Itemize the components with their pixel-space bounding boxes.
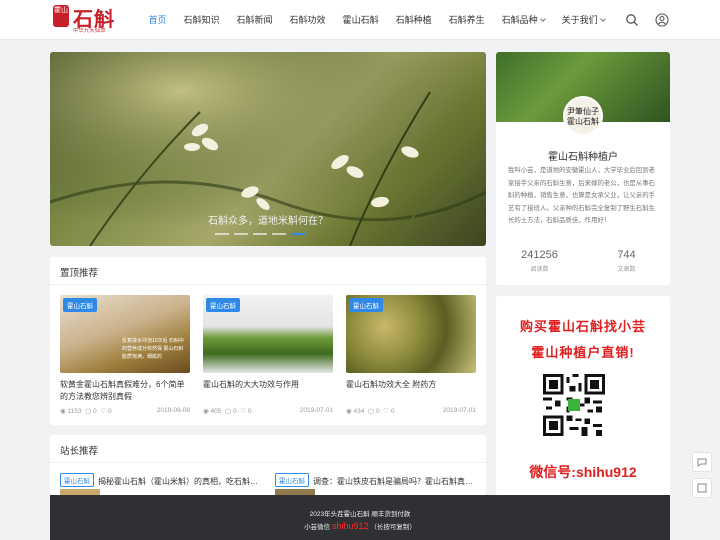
site-header: 霍山 石斛 中华九大仙草 首页 石斛知识 石斛新闻 石斛功效 霍山石斛 石斛种植… [0,0,720,40]
qrcode-icon [697,483,707,493]
nav-item-health[interactable]: 石斛养生 [440,0,493,40]
article-meta: ◉ 405 ▢ 0 ♡ 0 2019-07-01 [203,407,333,415]
promo-card[interactable]: 购买霍山石斛找小芸 霍山种植户直销! 微信号:shihu912 [496,296,670,496]
slider-dot[interactable] [272,233,286,235]
promo-wechat-id: 微信号:shihu912 [529,464,637,480]
article-thumbnail[interactable]: 霍山石斛 反复揉水冲泡10次后 石斛中的营养成分依然保 霍山石斛胶质饱满，细腻的 [60,295,190,373]
promo-line-1: 购买霍山石斛找小芸 [519,319,646,334]
qr-code-icon [543,374,605,436]
article-thumbnail[interactable]: 霍山石斛 [346,295,476,373]
article-card[interactable]: 霍山石斛 霍山石斛功效大全 附药方 ◉ 434 ▢ 0 ♡ 0 2019-07-… [346,295,476,417]
stat-articles: 744 文章数 [617,249,636,273]
slider-dot[interactable] [234,233,248,235]
stat-views: 241256 阅读数 [521,249,558,273]
slider-dot-active[interactable] [291,233,305,235]
profile-bio: 我叫小芸，是道地的安徽霍山人，大学毕业后回到老家接手父亲的石斛生意，后来嫁的老公… [508,167,655,224]
footer-line-1: 2023年头茬霍山石斛 顺丰货到付款 [309,511,411,518]
editor-pick-title[interactable]: 调查：霍山铁皮石斛是骗局吗？霍山石斛真… [313,477,473,486]
article-date: 2019-09-08 [156,407,190,414]
pinned-section: 置顶推荐 霍山石斛 反复揉水冲泡10次后 石斛中的营养成分依然保 霍山石斛胶质饱… [50,257,486,425]
article-card[interactable]: 霍山石斛 反复揉水冲泡10次后 石斛中的营养成分依然保 霍山石斛胶质饱满，细腻的… [60,295,190,417]
promo-footer-bar: 2023年头茬霍山石斛 顺丰货到付款 小芸微信 shihu912 （长按可复制） [50,495,670,540]
section-title: 置顶推荐 [60,268,99,279]
hero-slider[interactable]: 石斛众多，道地米斛何在？ [50,52,486,246]
qrcode-float-button[interactable] [692,478,712,498]
eye-icon: ◉ [346,408,352,415]
avatar[interactable]: 尹筆仙子 霍山石斛 [563,96,603,136]
footer-wechat-id[interactable]: shihu912 [332,521,369,531]
eye-icon: ◉ [203,408,209,415]
thumbnail-overlay-text: 反复揉水冲泡10次后 石斛中的营养成分依然保 霍山石斛胶质饱满，细腻的 [122,338,184,360]
category-tag[interactable]: 霍山石斛 [60,473,94,487]
author-card: 尹筆仙子 霍山石斛 霍山石斛种植户 我叫小芸，是道地的安徽霍山人，大学毕业后回到… [496,52,670,285]
comment-icon: ▢ [367,408,375,415]
profile-name[interactable]: 霍山石斛种植户 [496,148,670,163]
slider-caption: 石斛众多，道地米斛何在？ [208,216,328,227]
thumbs-up-icon: ♡ [240,408,247,415]
article-card[interactable]: 霍山石斛 霍山石斛的大大功效与作用 ◉ 405 ▢ 0 ♡ 0 2019-07-… [203,295,333,417]
editor-pick-title[interactable]: 揭秘霍山石斛（霍山米斛）的真相，吃石斛… [98,477,258,486]
chevron-down-icon [539,16,546,22]
article-title[interactable]: 软黄金霍山石斛真假难分，6个简单的方法教您辨别真假 [60,379,190,403]
article-meta: ◉ 434 ▢ 0 ♡ 0 2019-07-01 [346,407,476,415]
nav-item-knowledge[interactable]: 石斛知识 [175,0,228,40]
nav-item-efficacy[interactable]: 石斛功效 [281,0,334,40]
nav-item-about[interactable]: 关于我们 [553,0,613,40]
eye-icon: ◉ [60,408,66,415]
article-date: 2019-07-01 [442,407,476,414]
category-tag[interactable]: 霍山石斛 [63,298,97,312]
slider-dots [215,233,310,235]
nav-item-home[interactable]: 首页 [140,0,175,40]
comment-icon: ▢ [85,408,92,415]
nav-item-varieties[interactable]: 石斛品种 [493,0,553,40]
chevron-down-icon [599,16,606,22]
editor-pick-item[interactable]: 霍山石斛 揭秘霍山石斛（霍山米斛）的真相，吃石斛… [60,473,258,487]
article-meta: ◉ 1153 ▢ 0 ♡ 0 2019-09-08 [60,407,190,415]
nav-item-huoshan[interactable]: 霍山石斛 [334,0,387,40]
nav-item-planting[interactable]: 石斛种植 [387,0,440,40]
user-icon[interactable] [655,13,669,27]
article-thumbnail[interactable]: 霍山石斛 [203,295,333,373]
nav-item-news[interactable]: 石斛新闻 [228,0,281,40]
promo-line-2: 霍山种植户直销! [531,345,635,360]
chat-icon [697,458,707,467]
main-nav: 首页 石斛知识 石斛新闻 石斛功效 霍山石斛 石斛种植 石斛养生 石斛品种 关于… [140,0,613,40]
logo-tagline: 中华九大仙草 [73,28,107,34]
comment-icon: ▢ [224,408,232,415]
site-logo[interactable]: 霍山 石斛 中华九大仙草 [53,5,115,35]
article-title[interactable]: 霍山石斛的大大功效与作用 [203,379,333,403]
editor-pick-item[interactable]: 霍山石斛 调查：霍山铁皮石斛是骗局吗？霍山石斛真… [275,473,473,487]
slider-dot[interactable] [253,233,267,235]
article-title[interactable]: 霍山石斛功效大全 附药方 [346,379,476,403]
thumbs-up-icon: ♡ [100,408,107,415]
logo-seal: 霍山 [53,5,69,27]
thumbs-up-icon: ♡ [383,408,390,415]
slider-dot[interactable] [215,233,229,235]
editor-picks-section: 站长推荐 霍山石斛 揭秘霍山石斛（霍山米斛）的真相，吃石斛… 霍山石斛 调查：霍山铁… [50,435,486,495]
section-title: 站长推荐 [60,446,99,457]
chat-float-button[interactable] [692,452,712,472]
article-date: 2019-07-01 [299,407,333,414]
search-icon[interactable] [625,13,639,27]
category-tag[interactable]: 霍山石斛 [275,473,309,487]
footer-line-2: 小芸微信 shihu912 （长按可复制） [304,521,416,531]
category-tag[interactable]: 霍山石斛 [206,298,240,312]
category-tag[interactable]: 霍山石斛 [349,298,383,312]
